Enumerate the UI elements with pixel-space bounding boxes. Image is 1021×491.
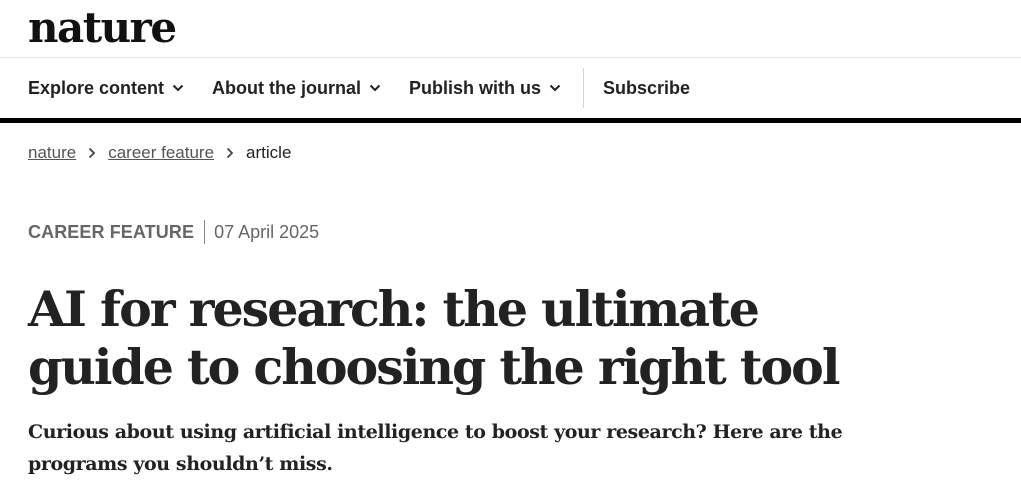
breadcrumb-career-feature-link[interactable]: career feature bbox=[108, 143, 214, 163]
nature-logo[interactable]: nature bbox=[28, 4, 177, 52]
nav-explore-content-label: Explore content bbox=[28, 77, 165, 98]
chevron-down-icon bbox=[369, 84, 381, 92]
nav-divider bbox=[583, 68, 585, 108]
article-date: 07 April 2025 bbox=[214, 221, 320, 242]
subscribe-link[interactable]: Subscribe bbox=[603, 78, 690, 99]
chevron-right-icon bbox=[89, 147, 96, 159]
chevron-right-icon bbox=[226, 147, 234, 159]
article-standfirst: Curious about using artificial intellige… bbox=[28, 421, 843, 475]
article-title: AI for research: the ultimate guide to c… bbox=[28, 280, 840, 396]
breadcrumb-current: article bbox=[246, 143, 292, 162]
nav-explore-content[interactable]: Explore content bbox=[28, 78, 184, 99]
nav-publish-with-us[interactable]: Publish with us bbox=[409, 78, 561, 99]
nav-about-the-journal-label: About the journal bbox=[212, 77, 362, 98]
main-nav: Explore content About the journal Publis… bbox=[28, 68, 690, 108]
nav-bottom-rule bbox=[0, 118, 1021, 123]
header-divider bbox=[0, 57, 1021, 58]
breadcrumb: nature career feature article bbox=[28, 143, 291, 163]
chevron-down-icon bbox=[549, 84, 561, 92]
article-meta: CAREER FEATURE 07 April 2025 bbox=[28, 220, 319, 244]
meta-divider bbox=[204, 220, 206, 244]
chevron-down-icon bbox=[172, 84, 184, 92]
nav-about-the-journal[interactable]: About the journal bbox=[212, 78, 381, 99]
article-type: CAREER FEATURE bbox=[28, 221, 195, 242]
page: nature Explore content About the journal… bbox=[0, 0, 1021, 491]
breadcrumb-nature-link[interactable]: nature bbox=[28, 143, 76, 163]
nav-publish-with-us-label: Publish with us bbox=[409, 77, 542, 98]
